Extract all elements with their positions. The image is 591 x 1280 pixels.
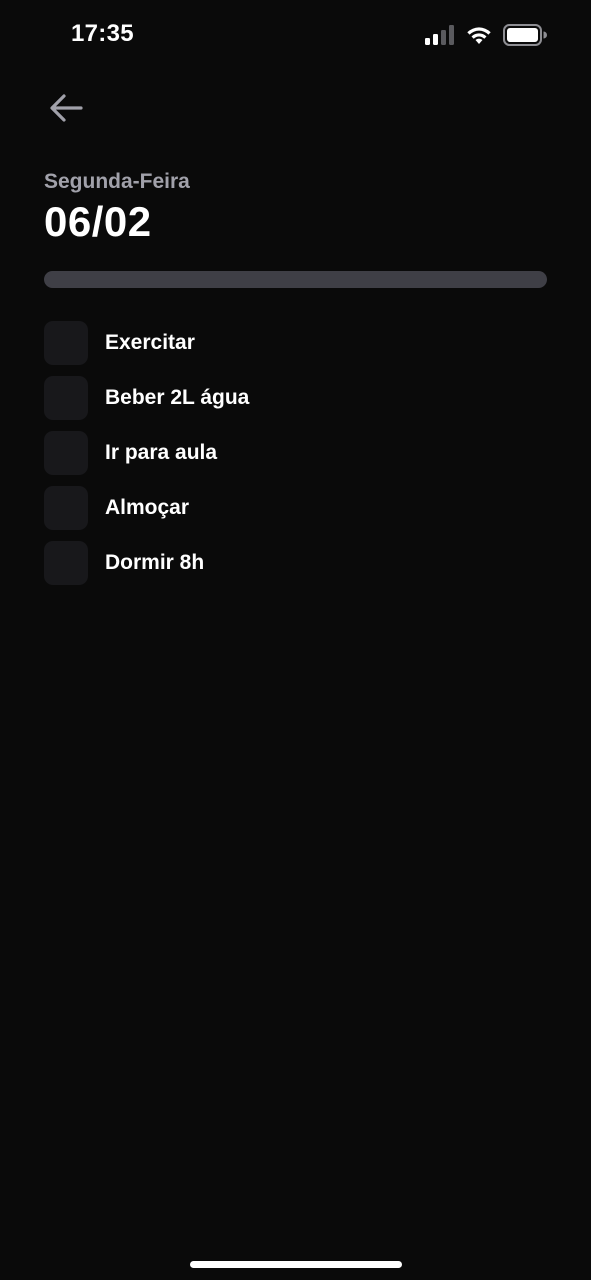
back-button[interactable]: [44, 88, 88, 132]
habit-label: Dormir 8h: [105, 551, 205, 574]
habit-item-dormir[interactable]: Dormir 8h: [44, 541, 249, 585]
wifi-icon: [465, 25, 493, 50]
home-indicator[interactable]: [190, 1261, 402, 1268]
habit-item-beber-agua[interactable]: Beber 2L água: [44, 376, 249, 420]
status-time: 17:35: [71, 20, 134, 47]
status-icons: [425, 24, 547, 51]
battery-icon: [503, 24, 547, 51]
habit-checkbox[interactable]: [44, 376, 88, 420]
habit-list: Exercitar Beber 2L água Ir para aula Alm…: [44, 321, 249, 585]
habit-label: Beber 2L água: [105, 386, 250, 409]
habit-item-exercitar[interactable]: Exercitar: [44, 321, 249, 365]
cellular-signal-icon: [425, 25, 455, 50]
habit-label: Almoçar: [105, 496, 190, 519]
date-title: 06/02: [44, 198, 152, 245]
status-bar: 17:35: [0, 0, 591, 70]
habit-item-ir-para-aula[interactable]: Ir para aula: [44, 431, 249, 475]
habit-item-almocar[interactable]: Almoçar: [44, 486, 249, 530]
progress-bar: [44, 271, 547, 288]
weekday-label: Segunda-Feira: [44, 170, 190, 193]
habit-label: Exercitar: [105, 331, 195, 354]
habit-label: Ir para aula: [105, 441, 218, 464]
arrow-left-icon: [49, 93, 83, 128]
habit-checkbox[interactable]: [44, 321, 88, 365]
habit-day-screen: 17:35 Segunda-Feira 06/02 Exercitar Bebe…: [0, 0, 591, 1280]
habit-checkbox[interactable]: [44, 541, 88, 585]
habit-checkbox[interactable]: [44, 486, 88, 530]
habit-checkbox[interactable]: [44, 431, 88, 475]
